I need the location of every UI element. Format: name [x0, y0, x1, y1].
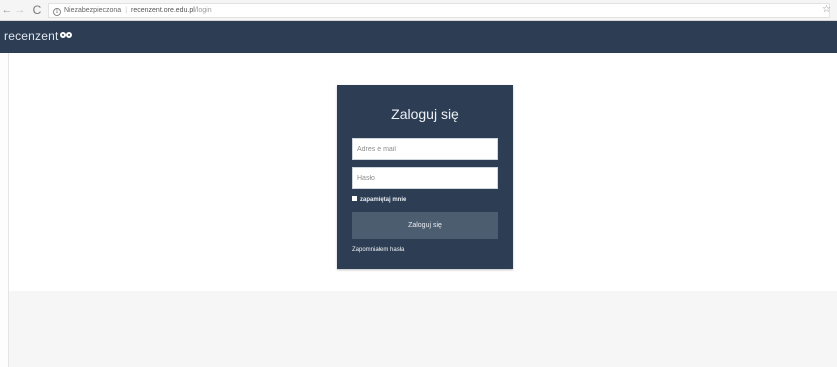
forward-arrow-icon[interactable]: →	[14, 3, 26, 17]
remember-me-checkbox[interactable]	[352, 196, 357, 201]
remember-me-row[interactable]: zapamiętaj mnie	[352, 195, 406, 205]
page-left-margin	[0, 53, 9, 367]
security-status: Niezabezpieczona	[64, 7, 122, 14]
login-button[interactable]: Zaloguj się	[352, 212, 498, 239]
browser-toolbar: ← → C i Niezabezpieczona | recenzent.ore.ed…	[0, 0, 837, 21]
logo-text: recenzent	[4, 29, 59, 43]
url-separator: |	[125, 7, 128, 14]
info-icon[interactable]: i	[53, 8, 61, 16]
reload-icon[interactable]: C	[30, 3, 44, 17]
login-title: Zaloguj się	[391, 106, 459, 122]
back-arrow-icon[interactable]: ←	[1, 3, 13, 17]
address-bar[interactable]: i Niezabezpieczona | recenzent.ore.edu.pl/l…	[48, 3, 830, 18]
url-host: recenzent.ore.edu.pl	[131, 7, 195, 14]
footer-band	[9, 291, 837, 367]
email-input[interactable]	[352, 138, 498, 160]
logo[interactable]: recenzent	[4, 29, 74, 43]
app-header: recenzent	[0, 21, 837, 53]
forgot-password-link[interactable]: Zapomniałem hasła	[352, 245, 404, 255]
remember-me-label: zapamiętaj mnie	[360, 197, 407, 203]
url-path: /login	[194, 7, 212, 14]
bookmark-star-icon[interactable]: ☆	[822, 3, 831, 17]
password-input[interactable]	[352, 167, 498, 189]
login-panel: Zaloguj się zapamiętaj mnie Zaloguj się …	[337, 85, 513, 269]
glasses-logo-icon	[59, 32, 74, 40]
